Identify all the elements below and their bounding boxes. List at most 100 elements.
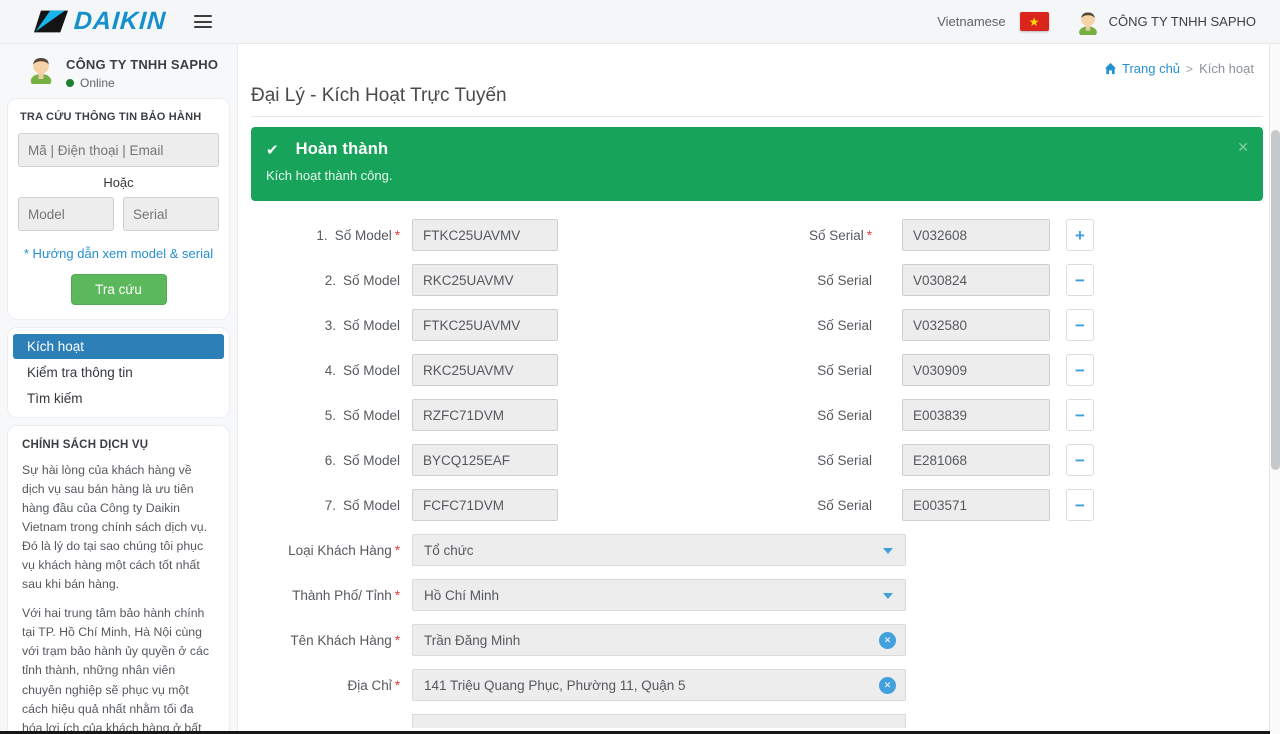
breadcrumb-separator: >: [1186, 62, 1193, 76]
model-label: 4.Số Model: [238, 363, 412, 378]
breadcrumb-current: Kích hoạt: [1199, 61, 1254, 76]
customer-name-field[interactable]: Trần Đăng Minh ✕: [412, 624, 906, 656]
sidebar: CÔNG TY TNHH SAPHO Online TRA CỨU THÔNG …: [0, 44, 238, 734]
alert-close-icon[interactable]: ✕: [1237, 139, 1249, 156]
model-input[interactable]: [412, 264, 558, 296]
model-input[interactable]: [412, 219, 558, 251]
check-icon: ✔: [266, 141, 279, 159]
lookup-card-title: TRA CỨU THÔNG TIN BẢO HÀNH: [18, 111, 219, 123]
breadcrumb: Trang chủ > Kích hoạt: [238, 44, 1269, 76]
sidebar-item-tim-kiem[interactable]: Tìm kiếm: [13, 386, 224, 411]
serial-label: Số Serial*: [558, 228, 902, 243]
required-mark: *: [395, 588, 400, 603]
main-content: Trang chủ > Kích hoạt Đại Lý - Kích Hoạt…: [238, 44, 1269, 734]
daikin-logo-text: DAIKIN: [73, 7, 167, 36]
model-input[interactable]: [412, 444, 558, 476]
alert-message: Kích hoạt thành công.: [266, 168, 1247, 183]
sidebar-item-kich-hoat[interactable]: Kích hoạt: [13, 334, 224, 359]
chevron-down-icon: [883, 548, 893, 554]
lookup-serial-input[interactable]: [123, 197, 219, 231]
daikin-logo[interactable]: DAIKIN: [34, 7, 166, 36]
serial-input[interactable]: [902, 354, 1050, 386]
page-title: Đại Lý - Kích Hoạt Trực Tuyến: [251, 85, 1269, 107]
address-value: 141 Triệu Quang Phục, Phường 11, Quận 5: [424, 678, 686, 693]
remove-row-button[interactable]: −: [1066, 264, 1094, 296]
serial-label: Số Serial: [558, 408, 902, 423]
required-mark: *: [395, 633, 400, 648]
activation-form: 1.Số Model* Số Serial* + 2.Số Model Số S…: [238, 219, 1269, 728]
clear-input-icon[interactable]: ✕: [879, 632, 896, 649]
success-alert: ✔ Hoàn thành Kích hoạt thành công. ✕: [251, 127, 1263, 201]
vertical-scrollbar[interactable]: [1269, 44, 1280, 734]
city-label: Thành Phố/ Tỉnh*: [238, 588, 412, 603]
model-serial-row: 4.Số Model Số Serial −: [238, 354, 1269, 386]
city-select[interactable]: Hồ Chí Minh: [412, 579, 906, 611]
model-serial-row: 2.Số Model Số Serial −: [238, 264, 1269, 296]
serial-input[interactable]: [902, 399, 1050, 431]
serial-input[interactable]: [902, 219, 1050, 251]
serial-input[interactable]: [902, 489, 1050, 521]
serial-input[interactable]: [902, 444, 1050, 476]
required-mark: *: [395, 228, 400, 243]
or-label: Hoặc: [18, 175, 219, 190]
remove-row-button[interactable]: −: [1066, 489, 1094, 521]
breadcrumb-home-link[interactable]: Trang chủ: [1104, 61, 1180, 76]
model-serial-row: 7.Số Model Số Serial −: [238, 489, 1269, 521]
customer-name-value: Trần Đăng Minh: [424, 633, 520, 648]
model-serial-guide-link[interactable]: * Hướng dẫn xem model & serial: [18, 246, 219, 261]
city-row: Thành Phố/ Tỉnh* Hồ Chí Minh: [238, 579, 1269, 611]
scrollbar-thumb[interactable]: [1271, 130, 1280, 470]
clear-input-icon[interactable]: ✕: [879, 677, 896, 694]
vietnam-flag-icon[interactable]: ★: [1020, 12, 1049, 31]
customer-name-row: Tên Khách Hàng* Trần Đăng Minh ✕: [238, 624, 1269, 656]
required-mark: *: [395, 543, 400, 558]
title-divider: [251, 116, 1263, 117]
required-mark: *: [867, 228, 872, 243]
address-label: Địa Chỉ*: [238, 678, 412, 693]
daikin-logo-icon: [34, 7, 68, 36]
remove-row-button[interactable]: −: [1066, 399, 1094, 431]
sidebar-avatar-icon: [26, 54, 56, 84]
partial-next-field[interactable]: [412, 714, 906, 728]
model-label: 7.Số Model: [238, 498, 412, 513]
serial-input[interactable]: [902, 309, 1050, 341]
top-header: DAIKIN Vietnamese ★ CÔNG TY TNHH SAPHO: [0, 0, 1280, 44]
policy-title: CHÍNH SÁCH DỊCH VỤ: [22, 439, 215, 451]
model-label: 5.Số Model: [238, 408, 412, 423]
address-field[interactable]: 141 Triệu Quang Phục, Phường 11, Quận 5 …: [412, 669, 906, 701]
sidebar-user-name: CÔNG TY TNHH SAPHO: [66, 54, 218, 72]
customer-name-label: Tên Khách Hàng*: [238, 633, 412, 648]
model-input[interactable]: [412, 309, 558, 341]
user-menu[interactable]: CÔNG TY TNHH SAPHO: [1075, 9, 1256, 35]
model-input[interactable]: [412, 399, 558, 431]
alert-title: Hoàn thành: [296, 140, 389, 159]
customer-type-select[interactable]: Tổ chức: [412, 534, 906, 566]
service-policy-card: CHÍNH SÁCH DỊCH VỤ Sự hài lòng của khách…: [7, 425, 230, 734]
remove-row-button[interactable]: −: [1066, 444, 1094, 476]
sidebar-menu: Kích hoạt Kiểm tra thông tin Tìm kiếm: [7, 327, 230, 418]
model-input[interactable]: [412, 354, 558, 386]
user-avatar-icon: [1075, 9, 1101, 35]
city-value: Hồ Chí Minh: [424, 588, 499, 603]
serial-input[interactable]: [902, 264, 1050, 296]
required-mark: *: [395, 678, 400, 693]
add-row-button[interactable]: +: [1066, 219, 1094, 251]
language-selector[interactable]: Vietnamese: [937, 14, 1005, 29]
model-input[interactable]: [412, 489, 558, 521]
sidebar-item-kiem-tra-thong-tin[interactable]: Kiểm tra thông tin: [13, 360, 224, 385]
hamburger-menu-icon[interactable]: [194, 15, 212, 28]
lookup-model-input[interactable]: [18, 197, 114, 231]
lookup-code-input[interactable]: [18, 133, 219, 167]
model-label: 2.Số Model: [238, 273, 412, 288]
remove-row-button[interactable]: −: [1066, 309, 1094, 341]
model-serial-row: 1.Số Model* Số Serial* +: [238, 219, 1269, 251]
serial-label: Số Serial: [558, 363, 902, 378]
lookup-submit-button[interactable]: Tra cứu: [71, 274, 167, 305]
customer-type-row: Loại Khách Hàng* Tổ chức: [238, 534, 1269, 566]
policy-paragraph: Sự hài lòng của khách hàng về dịch vụ sa…: [22, 461, 215, 594]
model-label: 6.Số Model: [238, 453, 412, 468]
breadcrumb-home-label: Trang chủ: [1122, 61, 1180, 76]
remove-row-button[interactable]: −: [1066, 354, 1094, 386]
serial-label: Số Serial: [558, 318, 902, 333]
policy-paragraph: Với hai trung tâm bảo hành chính tại TP.…: [22, 604, 215, 734]
